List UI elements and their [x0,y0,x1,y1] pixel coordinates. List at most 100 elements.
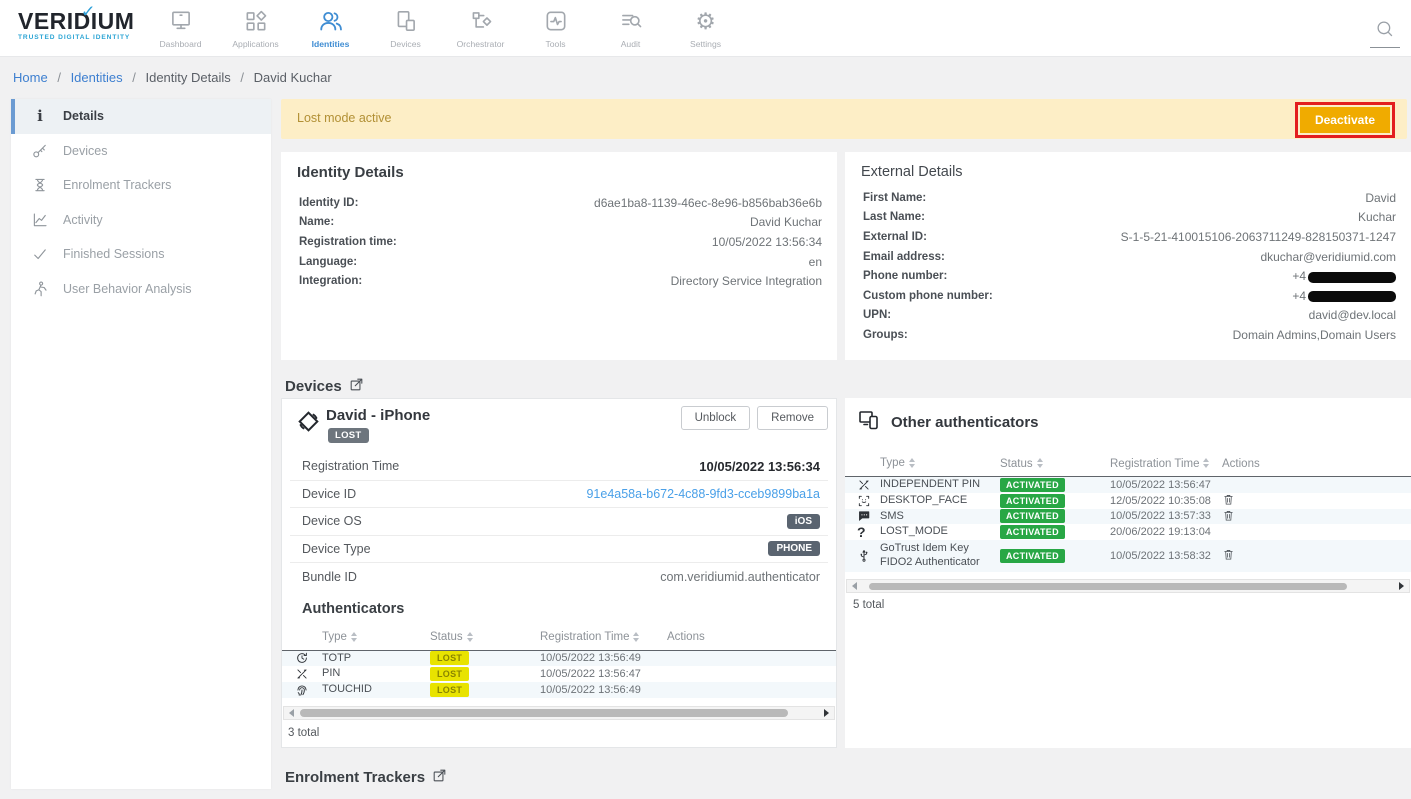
external-link-icon[interactable] [349,377,364,396]
nav-label: Settings [690,39,721,49]
banner-message: Lost mode active [297,111,392,125]
device-type-badge: PHONE [768,541,820,556]
deactivate-button[interactable]: Deactivate [1300,107,1390,133]
column-header-registration-time[interactable]: Registration Time [540,631,667,643]
nav-label: Devices [390,39,421,49]
field-groups: Groups: Domain Admins,Domain Users [845,325,1411,345]
field-email-address: Email address: dkuchar@veridiumid.com [845,247,1411,267]
table-row-gotrust-fido2: GoTrust Idem Key FIDO2 Authenticator ACT… [845,540,1411,572]
veridium-device-icon [295,408,322,440]
scroll-right-arrow[interactable] [1399,582,1404,590]
external-link-icon[interactable] [432,768,447,787]
status-badge: LOST [430,683,469,697]
column-header-actions: Actions [1222,458,1411,470]
sidebar: i Details Devices Enrolment Trackers Act… [11,99,271,789]
delete-icon[interactable] [1222,509,1235,525]
sidebar-item-label: Devices [63,144,107,158]
sort-icon [1203,458,1209,468]
total-count: 5 total [853,599,1411,611]
column-header-type[interactable]: Type [322,630,430,644]
nav-item-applications[interactable]: Applications [218,6,293,49]
panel-title: Identity Details [281,152,837,181]
sort-icon [909,458,915,468]
nav-item-devices[interactable]: Devices [368,6,443,49]
other-authenticators-card: Other authenticators Type Status Registr… [845,398,1411,748]
delete-icon[interactable] [1222,548,1235,564]
breadcrumb-identities[interactable]: Identities [71,70,123,85]
device-card: David - iPhone LOST Unblock Remove Regis… [281,398,837,748]
status-badge: ACTIVATED [1000,509,1065,523]
nav-label: Identities [312,39,350,49]
breadcrumb-separator: / [240,70,244,85]
device-field-device-os: Device OS iOS [290,508,828,536]
global-search[interactable] [1367,18,1403,48]
field-phone-number: Phone number: +4 [845,266,1411,286]
sidebar-item-activity[interactable]: Activity [11,203,271,238]
scrollbar-thumb[interactable] [300,709,788,717]
search-underline [1370,47,1400,48]
identity-details-panel: Identity Details Identity ID: d6ae1ba8-1… [281,152,837,360]
scroll-left-arrow[interactable] [289,709,294,717]
section-title: Enrolment Trackers [285,769,425,786]
breadcrumb-identity-details: Identity Details [145,70,230,85]
nav-item-dashboard[interactable]: Dashboard [143,6,218,49]
annotation-highlight-box: Deactivate [1295,102,1395,138]
redacted-value [1308,291,1396,302]
column-header-type[interactable]: Type [880,456,1000,470]
device-status-badge: LOST [328,428,369,443]
identity-details-page: VERIDIUM ✓ TRUSTED DIGITAL IDENTITY Dash… [0,0,1411,799]
nav-item-settings[interactable]: ⚙ Settings [668,6,743,49]
sidebar-item-details[interactable]: i Details [11,99,271,134]
nav-item-orchestrator[interactable]: Orchestrator [443,6,518,49]
device-field-registration-time: Registration Time 10/05/2022 13:56:34 [290,453,828,481]
field-identity-id: Identity ID: d6ae1ba8-1139-46ec-8e96-b85… [281,193,837,213]
nav-item-audit[interactable]: Audit [593,6,668,49]
delete-icon[interactable] [1222,493,1235,509]
status-badge: LOST [430,667,469,681]
nav-item-tools[interactable]: Tools [518,6,593,49]
nav-label: Dashboard [159,39,201,49]
hourglass-icon [30,175,50,195]
sms-bubble-icon [845,509,880,523]
sidebar-item-label: Details [63,109,104,123]
breadcrumb-home[interactable]: Home [13,70,48,85]
column-header-registration-time[interactable]: Registration Time [1110,458,1222,470]
field-integration: Integration: Directory Service Integrati… [281,271,837,291]
table-row-totp: TOTP LOST 10/05/2022 13:56:49 [282,651,836,667]
redacted-value [1308,272,1396,283]
veridium-logo[interactable]: VERIDIUM ✓ TRUSTED DIGITAL IDENTITY [18,9,138,41]
field-registration-time: Registration time: 10/05/2022 13:56:34 [281,232,837,252]
sidebar-item-devices[interactable]: Devices [11,134,271,169]
walking-person-icon [30,279,50,299]
column-header-status[interactable]: Status [430,631,540,643]
status-badge: ACTIVATED [1000,478,1065,492]
device-os-badge: iOS [787,514,820,529]
scrollbar-thumb[interactable] [869,583,1347,591]
top-navbar: VERIDIUM ✓ TRUSTED DIGITAL IDENTITY Dash… [0,0,1411,57]
sidebar-item-finished-sessions[interactable]: Finished Sessions [11,237,271,272]
info-icon: i [30,106,50,126]
horizontal-scrollbar [846,579,1410,593]
authenticators-table: Type Status Registration Time Actions TO… [282,625,836,698]
search-icon [1374,27,1396,44]
remove-button[interactable]: Remove [757,406,828,430]
column-header-status[interactable]: Status [1000,458,1110,470]
field-custom-phone-number: Custom phone number: +4 [845,286,1411,306]
scroll-left-arrow[interactable] [852,582,857,590]
unblock-button[interactable]: Unblock [681,406,751,430]
device-field-device-id: Device ID 91e4a58a-b672-4c88-9fd3-cceb98… [290,481,828,509]
logo-wordmark: VERIDIUM [18,9,138,33]
table-row-touchid: TOUCHID LOST 10/05/2022 13:56:49 [282,682,836,698]
sidebar-item-user-behavior-analysis[interactable]: User Behavior Analysis [11,272,271,307]
sidebar-item-enrolment-trackers[interactable]: Enrolment Trackers [11,168,271,203]
status-badge: ACTIVATED [1000,549,1065,563]
applications-icon [243,6,269,36]
field-upn: UPN: david@dev.local [845,306,1411,326]
device-id-link[interactable]: 91e4a58a-b672-4c88-9fd3-cceb9899ba1a [586,487,820,501]
device-field-bundle-id: Bundle ID com.veridiumid.authenticator [290,563,828,591]
field-first-name: First Name: David [845,188,1411,208]
section-title: Other authenticators [891,414,1039,431]
section-title: Devices [285,378,342,395]
scroll-right-arrow[interactable] [824,709,829,717]
nav-item-identities[interactable]: Identities [293,6,368,49]
